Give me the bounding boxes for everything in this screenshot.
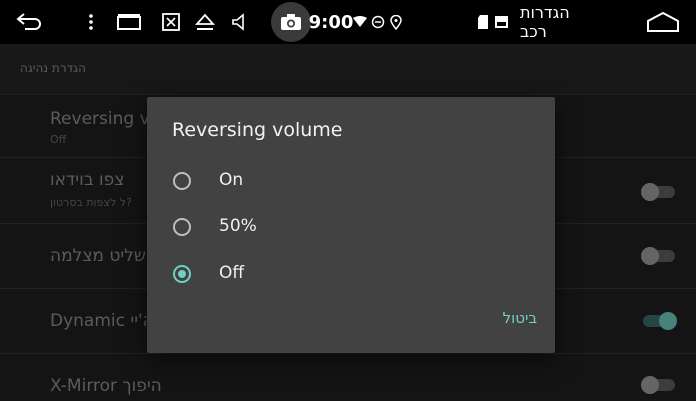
reversing-volume-dialog: Reversing volume On 50% Off ביטול	[147, 97, 555, 353]
wifi-icon	[352, 0, 368, 44]
window-title: הגדרות רכב	[520, 3, 570, 41]
eject-icon[interactable]	[194, 0, 216, 44]
option-50-percent[interactable]: 50%	[147, 206, 555, 252]
do-not-disturb-icon	[370, 0, 386, 44]
camera-icon[interactable]	[271, 2, 311, 42]
sd-card-icon	[476, 0, 490, 44]
status-bar: 9:00 הגדרות רכב	[0, 0, 696, 44]
dialog-title: Reversing volume	[172, 119, 343, 141]
option-on[interactable]: On	[147, 160, 555, 206]
option-label: Off	[219, 263, 245, 283]
option-label: On	[219, 170, 244, 190]
cancel-button[interactable]: ביטול	[477, 309, 537, 333]
home-icon[interactable]	[642, 0, 684, 44]
clock: 9:00	[308, 11, 354, 33]
radio-button[interactable]	[173, 218, 191, 236]
option-off[interactable]: Off	[147, 253, 555, 299]
location-icon	[389, 0, 403, 44]
image-icon	[494, 0, 508, 44]
screenshot-icon[interactable]	[160, 0, 182, 44]
option-label: 50%	[219, 216, 257, 236]
volume-icon[interactable]	[228, 0, 250, 44]
more-vert-icon[interactable]	[84, 0, 98, 44]
window-icon[interactable]	[116, 0, 142, 44]
radio-button-selected[interactable]	[173, 265, 191, 283]
back-icon[interactable]	[14, 0, 44, 44]
radio-button[interactable]	[173, 172, 191, 190]
